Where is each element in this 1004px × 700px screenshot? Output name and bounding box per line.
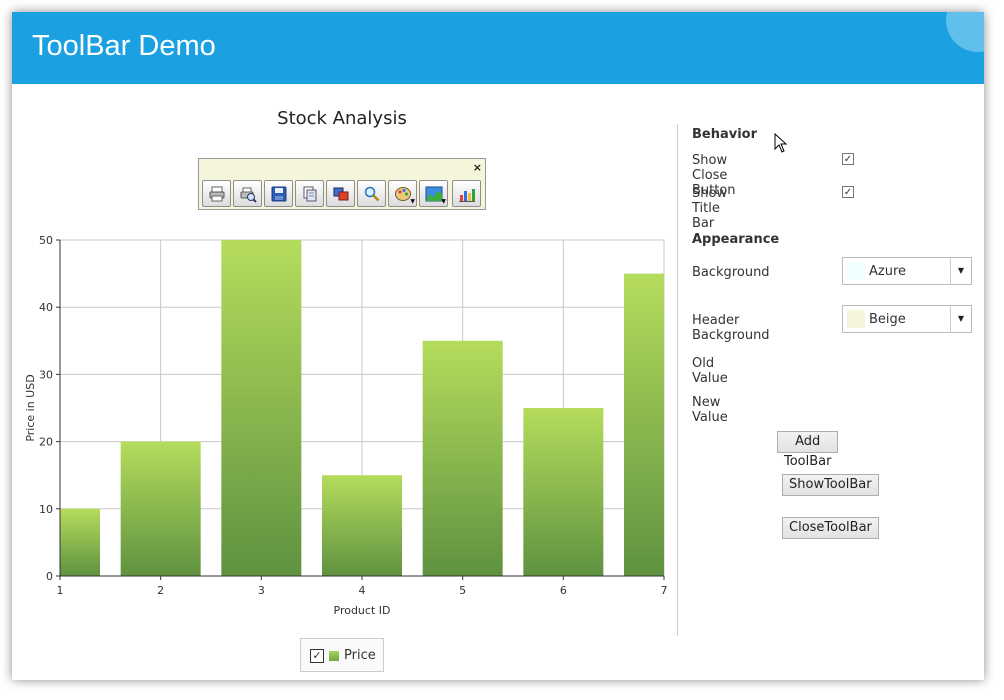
y-axis-label: Price in USD [24, 374, 37, 441]
y-tick-label: 30 [39, 368, 53, 381]
show-toolbar-button[interactable]: ShowToolBar [782, 474, 879, 496]
x-tick-label: 2 [157, 584, 164, 597]
legend-price-label: Price [344, 648, 376, 663]
bar-2 [120, 441, 201, 576]
show-title-bar-label: Show Title Bar [692, 186, 728, 231]
copy-image-icon [333, 187, 349, 201]
chevron-down-icon[interactable]: ▼ [950, 258, 971, 284]
copy-button[interactable] [295, 180, 324, 207]
chart-toolbar[interactable]: × ▼ ▼ [198, 158, 486, 210]
print-preview-icon [240, 187, 257, 203]
bar-chart: 0 10 20 30 40 50 1 2 3 4 5 6 7 Product ID Price in USD [24, 234, 668, 617]
palette-icon [395, 187, 411, 201]
bar-7 [624, 273, 664, 576]
header-background-value: Beige [869, 312, 906, 327]
header-background-label: Header Background [692, 313, 770, 343]
x-tick-label: 4 [359, 584, 366, 597]
bar-4 [322, 475, 402, 576]
x-tick-label: 1 [57, 584, 64, 597]
appearance-header: Appearance [692, 232, 780, 247]
copy-image-button[interactable] [326, 180, 355, 207]
show-close-button-checkbox[interactable]: ✓ [842, 153, 854, 165]
save-button[interactable] [264, 180, 293, 207]
save-icon [271, 186, 287, 202]
chart-wizard-button[interactable] [452, 180, 481, 207]
chart-type-icon [425, 186, 443, 202]
old-value-label: Old Value [692, 356, 728, 386]
x-axis-label: Product ID [334, 604, 391, 617]
chart-type-button[interactable]: ▼ [419, 180, 448, 207]
add-toolbar-item-button[interactable]: Add ToolBar Item [777, 431, 839, 489]
panel-divider [677, 124, 678, 636]
y-tick-label: 0 [46, 570, 53, 583]
background-label: Background [692, 265, 770, 280]
y-tick-label: 10 [39, 503, 53, 516]
y-tick-label: 20 [39, 436, 53, 449]
palette-button[interactable]: ▼ [388, 180, 417, 207]
close-toolbar-button[interactable]: CloseToolBar [782, 517, 879, 539]
chevron-down-icon: ▼ [441, 198, 446, 205]
window-close-button[interactable]: ✕ [946, 12, 984, 52]
x-tick-label: 6 [560, 584, 567, 597]
header-background-color-swatch [847, 310, 865, 328]
x-tick-label: 3 [258, 584, 265, 597]
y-tick-label: 50 [39, 234, 53, 247]
legend-price-checkbox[interactable]: ✓ [310, 649, 324, 663]
background-value: Azure [869, 264, 907, 279]
chevron-down-icon: ▼ [410, 198, 415, 205]
print-button[interactable] [202, 180, 231, 207]
copy-icon [303, 186, 317, 202]
legend-price-swatch [329, 651, 339, 661]
bar-3 [221, 240, 302, 576]
print-icon [209, 186, 225, 202]
show-title-bar-checkbox[interactable]: ✓ [842, 186, 854, 198]
chart-legend[interactable]: ✓ Price [300, 638, 384, 672]
new-value-label: New Value [692, 395, 728, 425]
background-color-swatch [847, 262, 865, 280]
print-preview-button[interactable] [233, 180, 262, 207]
title-bar: ToolBar Demo ✕ [12, 12, 984, 84]
behavior-header: Behavior [692, 127, 758, 142]
toolbar-demo-window: ToolBar Demo ✕ Stock Analysis × [12, 12, 984, 680]
window-title: ToolBar Demo [32, 30, 216, 62]
y-tick-label: 40 [39, 301, 53, 314]
zoom-button[interactable] [357, 180, 386, 207]
chart-title: Stock Analysis [277, 108, 407, 129]
header-background-dropdown[interactable]: Beige ▼ [842, 305, 972, 333]
x-tick-label: 7 [661, 584, 668, 597]
x-tick-label: 5 [459, 584, 466, 597]
bar-5 [422, 340, 503, 576]
bar-6 [523, 408, 604, 576]
chevron-down-icon[interactable]: ▼ [950, 306, 971, 332]
toolbar-close-button[interactable]: × [473, 161, 482, 174]
chart-wizard-icon [459, 189, 475, 202]
zoom-icon [364, 186, 380, 202]
background-dropdown[interactable]: Azure ▼ [842, 257, 972, 285]
mouse-cursor-icon [774, 133, 788, 153]
